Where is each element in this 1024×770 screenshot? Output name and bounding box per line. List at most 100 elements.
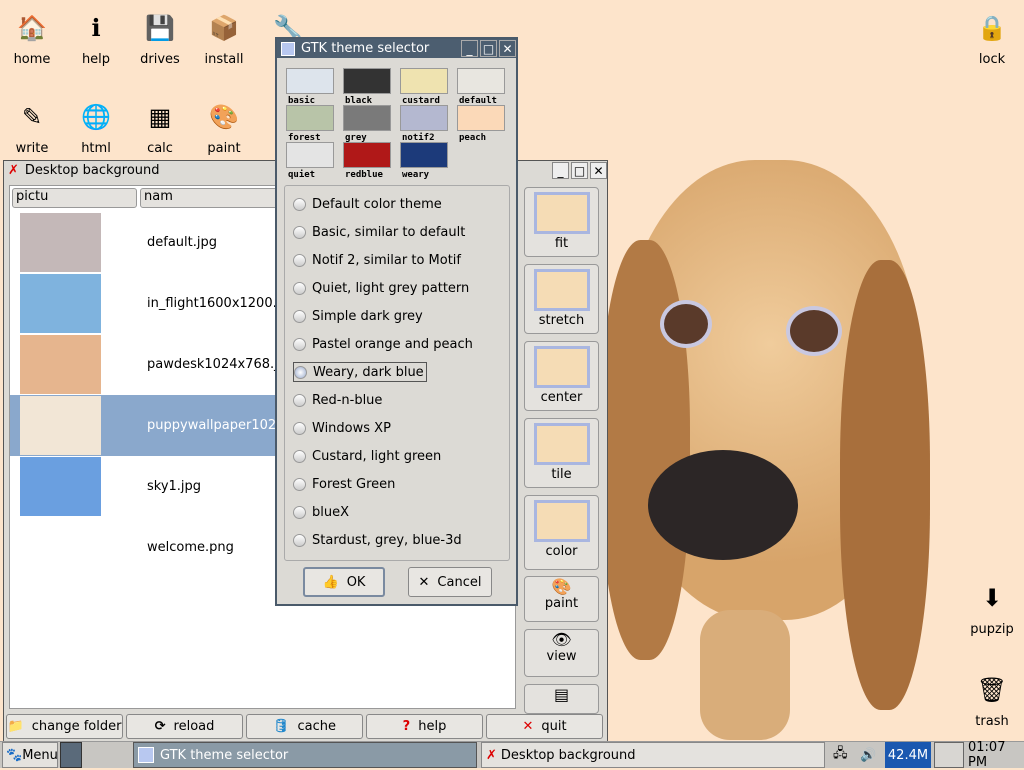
desktop-icon-lock[interactable]: 🔒 lock xyxy=(960,8,1024,67)
file-thumbnail xyxy=(20,457,101,516)
cpu-monitor xyxy=(934,742,964,768)
theme-thumb-redblue[interactable]: redblue xyxy=(343,142,391,180)
radio-button[interactable] xyxy=(293,337,306,351)
home-icon: 🏠 xyxy=(17,14,47,42)
theme-thumb-forest[interactable]: forest xyxy=(286,105,334,143)
paint-button[interactable]: 🎨 paint xyxy=(524,576,599,622)
lock-icon: 🔒 xyxy=(977,14,1007,42)
window-title: GTK theme selector xyxy=(301,41,430,56)
radio-button[interactable] xyxy=(293,309,306,323)
file-thumbnail xyxy=(20,518,101,577)
task-desktop-background[interactable]: ✗ Desktop background xyxy=(481,742,825,768)
memory-indicator: 42.4M xyxy=(885,742,931,768)
minimize-button[interactable]: _ xyxy=(552,162,569,179)
theme-option[interactable]: Pastel orange and peach xyxy=(293,334,473,354)
theme-option[interactable]: Windows XP xyxy=(293,418,391,438)
radio-button[interactable] xyxy=(293,197,306,211)
radio-button[interactable] xyxy=(293,421,306,435)
cancel-button[interactable]: ✕ Cancel xyxy=(408,567,492,597)
theme-thumb-basic[interactable]: basic xyxy=(286,68,334,106)
file-thumbnail xyxy=(20,274,101,333)
maximize-button[interactable]: □ xyxy=(480,40,497,57)
file-thumbnail xyxy=(20,396,101,455)
task-gtk-theme-selector[interactable]: GTK theme selector xyxy=(133,742,477,768)
change-folder-button[interactable]: 📁 change folder xyxy=(6,714,123,739)
radio-button[interactable] xyxy=(293,505,306,519)
ok-button[interactable]: 👍 OK xyxy=(303,567,385,597)
radio-button[interactable] xyxy=(293,477,306,491)
radio-button[interactable] xyxy=(293,253,306,267)
close-button[interactable]: ✕ xyxy=(499,40,516,57)
quit-button[interactable]: ✕ quit xyxy=(486,714,603,739)
column-header-picture[interactable]: pictu xyxy=(12,188,137,208)
theme-thumb-grey[interactable]: grey xyxy=(343,105,391,143)
cache-icon: 🛢 xyxy=(272,719,290,734)
more-button[interactable]: ▤ xyxy=(524,684,599,714)
desktop-pager[interactable] xyxy=(60,742,82,768)
stretch-button[interactable]: stretch xyxy=(524,264,599,334)
network-icon[interactable]: 🖧 xyxy=(833,742,848,768)
theme-app-icon xyxy=(138,747,154,763)
radio-button[interactable] xyxy=(294,365,307,379)
theme-option[interactable]: Notif 2, similar to Motif xyxy=(293,250,461,270)
quit-icon: ✕ xyxy=(522,719,534,734)
theme-option[interactable]: Stardust, grey, blue-3d xyxy=(293,530,462,550)
help-icon: ? xyxy=(402,719,411,734)
maximize-button[interactable]: □ xyxy=(571,162,588,179)
folder-icon: 📁 xyxy=(7,719,24,734)
desktop-icon-calc[interactable]: ▦ calc xyxy=(128,97,192,156)
theme-app-icon xyxy=(281,41,295,56)
center-button[interactable]: center xyxy=(524,341,599,411)
trash-icon: 🗑 xyxy=(976,676,1008,704)
color-preview-icon xyxy=(533,500,590,542)
fit-button[interactable]: fit xyxy=(524,187,599,257)
theme-option[interactable]: Quiet, light grey pattern xyxy=(293,278,469,298)
theme-thumb-quiet[interactable]: quiet xyxy=(286,142,334,180)
theme-thumb-weary[interactable]: weary xyxy=(400,142,448,180)
theme-thumb-custard[interactable]: custard xyxy=(400,68,448,106)
theme-option[interactable]: Basic, similar to default xyxy=(293,222,465,242)
column-header-name[interactable]: nam xyxy=(140,188,280,208)
theme-thumb-peach[interactable]: peach xyxy=(457,105,505,143)
theme-thumb-notif2[interactable]: notif2 xyxy=(400,105,448,143)
theme-option[interactable]: Weary, dark blue xyxy=(293,362,427,382)
desktop-icon-trash[interactable]: 🗑 trash xyxy=(960,670,1024,729)
theme-option[interactable]: Simple dark grey xyxy=(293,306,423,326)
volume-icon[interactable]: 🔊 xyxy=(860,742,876,768)
write-icon: ✎ xyxy=(21,103,43,131)
reload-button[interactable]: ⟳ reload xyxy=(126,714,243,739)
radio-button[interactable] xyxy=(293,449,306,463)
desktop-icon-install[interactable]: 📦 install xyxy=(192,8,256,67)
more-icon: ▤ xyxy=(553,685,570,704)
theme-option[interactable]: Default color theme xyxy=(293,194,442,214)
help-button[interactable]: ? help xyxy=(366,714,483,739)
theme-option[interactable]: Custard, light green xyxy=(293,446,441,466)
tile-button[interactable]: tile xyxy=(524,418,599,488)
theme-thumb-default[interactable]: default xyxy=(457,68,505,106)
x-app-icon: ✗ xyxy=(8,163,19,178)
theme-option[interactable]: blueX xyxy=(293,502,349,522)
theme-option[interactable]: Red-n-blue xyxy=(293,390,382,410)
help-icon: ℹ xyxy=(91,14,101,42)
theme-option[interactable]: Forest Green xyxy=(293,474,395,494)
cache-button[interactable]: 🛢 cache xyxy=(246,714,363,739)
radio-button[interactable] xyxy=(293,281,306,295)
close-button[interactable]: ✕ xyxy=(590,162,607,179)
desktop-icon-home[interactable]: 🏠 home xyxy=(0,8,64,67)
desktop-icon-help[interactable]: ℹ help xyxy=(64,8,128,67)
minimize-button[interactable]: _ xyxy=(461,40,478,57)
radio-button[interactable] xyxy=(293,225,306,239)
color-button[interactable]: color xyxy=(524,495,599,570)
desktop-icon-pupzip[interactable]: ⬇ pupzip xyxy=(960,578,1024,637)
desktop-icon-drives[interactable]: 💾 drives xyxy=(128,8,192,67)
radio-button[interactable] xyxy=(293,533,306,547)
desktop-icon-paint[interactable]: 🎨 paint xyxy=(192,97,256,156)
radio-button[interactable] xyxy=(293,393,306,407)
view-button[interactable]: 👁 view xyxy=(524,629,599,677)
file-thumbnail xyxy=(20,213,101,272)
desktop-icon-html[interactable]: 🌐 html xyxy=(64,97,128,156)
theme-thumb-black[interactable]: black xyxy=(343,68,391,106)
menu-button[interactable]: 🐾 Menu xyxy=(2,742,58,768)
desktop-icon-write[interactable]: ✎ write xyxy=(0,97,64,156)
reload-icon: ⟳ xyxy=(154,719,166,734)
